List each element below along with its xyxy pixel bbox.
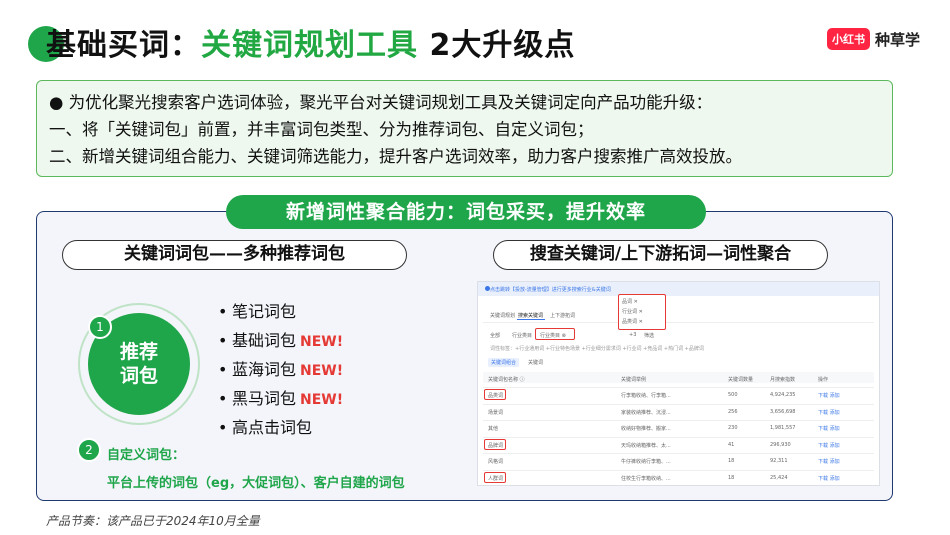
pack-label: 笔记词包: [232, 302, 297, 321]
section-banner: 新增词性聚合能力：词包采买，提升效率: [226, 195, 706, 229]
cell-index: 1,981,557: [770, 425, 796, 431]
popup-item[interactable]: 品类词 ✕: [622, 318, 643, 325]
cell-ex: 牛仔裤收纳行李箱、...: [621, 459, 671, 465]
pack-item: • 蓝海词包 NEW!: [218, 360, 344, 379]
col-count: 关键词数量: [728, 377, 754, 383]
highlight-pack-name: [484, 438, 506, 450]
info-bar: 点击跳转【投放-流量管理】进行更多搜索行业&关键词: [478, 282, 879, 296]
highlight-pack-name: [484, 389, 506, 400]
cell-ex: 行李箱收纳、行李箱...: [621, 393, 671, 399]
filter-all[interactable]: 全部: [490, 332, 500, 339]
title-prefix: 基础买词：: [46, 28, 201, 63]
cell-count: 41: [728, 441, 735, 448]
highlight-filter: [535, 328, 575, 340]
cell-index: 92,311: [770, 458, 788, 464]
tab-expand-keyword[interactable]: 上下游拓词: [550, 312, 575, 319]
cell-count: 18: [728, 474, 735, 481]
number-badge-1: 1: [88, 315, 112, 339]
intro-line-1: ● 为优化聚光搜索客户选词体验，聚光平台对关键词规划工具及关键词定向产品功能升级…: [49, 93, 713, 112]
divider: [483, 322, 874, 323]
number-badge-2: 2: [77, 438, 101, 462]
pack-item: • 黑马词包 NEW!: [218, 389, 344, 408]
filter-more[interactable]: +3: [629, 332, 636, 338]
cell-op[interactable]: 下载 添加: [818, 442, 840, 449]
col-pack-name: 关键词包名称 ⓘ: [488, 377, 525, 383]
xiaohongshu-logo: 小红书: [826, 28, 870, 50]
row-divider: [483, 436, 874, 438]
tab-search-keyword[interactable]: 搜索关键词: [518, 312, 543, 319]
row-divider: [483, 387, 874, 388]
cell-name: 其他: [488, 426, 499, 432]
word-type-hint: 词性标签：+行业通用词 +行业特色场景 +行业细分需求词 +行业词 +竞品词 +…: [490, 346, 704, 352]
new-badge: NEW!: [300, 334, 344, 350]
cell-ex: 收纳好物推荐、搬家...: [621, 426, 671, 432]
pack-list: • 笔记词包 • 基础词包 NEW! • 蓝海词包 NEW! • 黑马词包 NEW! • 高点击…: [218, 298, 343, 443]
footer-note: 产品节奏：该产品已于2024年10月全量: [46, 514, 260, 528]
pack-item: • 笔记词包: [218, 302, 297, 321]
cell-name: 风格词: [488, 459, 504, 465]
cell-index: 3,656,698: [770, 408, 796, 415]
pack-label: 基础词包: [232, 331, 297, 350]
cell-op[interactable]: 下载 添加: [818, 458, 840, 465]
cell-index: 4,924,235: [770, 392, 796, 398]
cell-op[interactable]: 下载 添加: [818, 425, 840, 432]
tab-underline: [517, 319, 545, 320]
highlight-pack-name: [484, 471, 506, 483]
cell-count: 18: [728, 458, 735, 464]
pack-label: 黑马词包: [232, 389, 297, 408]
word-type-popup: 品词 ✕ 行业词 ✕ 品类词 ✕: [618, 294, 666, 330]
brand-logo: 小红书 种草学: [826, 28, 920, 50]
popup-item[interactable]: 行业词 ✕: [622, 308, 643, 315]
cell-name: 场景词: [488, 409, 504, 416]
cell-count: 256: [728, 408, 738, 415]
row-divider: [483, 420, 874, 421]
cell-op[interactable]: 下载 添加: [818, 409, 840, 416]
table-header-bg: [483, 372, 874, 383]
circle-line-2: 词包: [119, 365, 158, 387]
new-badge: NEW!: [300, 363, 344, 379]
cell-count: 230: [728, 425, 738, 431]
tab-keyword-plan[interactable]: 关键词规划: [490, 312, 515, 319]
cell-op[interactable]: 下载 添加: [818, 475, 840, 482]
cell-index: 25,424: [770, 474, 788, 481]
title-highlight: 关键词规划工具: [201, 28, 418, 63]
recommended-packs-heading: 关键词词包——多种推荐词包: [62, 240, 407, 270]
custom-pack-description: 平台上传的词包（eg，大促词包）、客户自建的词包: [107, 476, 405, 491]
row-divider: [483, 453, 874, 454]
col-action: 操作: [818, 377, 829, 383]
row-divider: [483, 403, 874, 405]
cell-count: 500: [728, 392, 738, 398]
pack-label: 蓝海词包: [232, 360, 297, 379]
filter-category[interactable]: 行业类目: [512, 332, 532, 339]
cell-ex: 天玛收纳箱推荐、太...: [621, 442, 671, 449]
page-title: 基础买词：关键词规划工具 2大升级点: [46, 20, 575, 64]
pack-item: • 高点击词包: [218, 418, 313, 437]
pack-item: • 基础词包 NEW!: [218, 331, 344, 350]
intro-line-2: 一、将「关键词包」前置，并丰富词包类型、分为推荐词包、自定义词包；: [49, 120, 594, 139]
custom-pack-title: 自定义词包：: [107, 448, 186, 463]
cell-op[interactable]: 下载 添加: [818, 392, 840, 399]
cell-ex: 住校生行李箱收纳、...: [621, 475, 671, 482]
intro-line-3: 二、新增关键词组合能力、关键词筛选能力，提升客户选词效率，助力客户搜索推广高效投…: [49, 147, 742, 166]
keyword-aggregation-heading: 搜查关键词/上下游拓词—词性聚合: [493, 240, 828, 270]
popup-item[interactable]: 品词 ✕: [622, 298, 638, 305]
circle-line-1: 推荐: [119, 341, 158, 363]
subtab-keyword[interactable]: 关键词: [528, 359, 543, 366]
col-example: 关键词举例: [621, 377, 647, 383]
subtab-combination[interactable]: 关键词组合: [488, 358, 520, 367]
pack-label: 高点击词包: [232, 418, 313, 437]
cell-ex: 家装收纳推荐、沉浸...: [621, 409, 671, 416]
col-index: 月搜索指数: [770, 377, 796, 383]
new-badge: NEW!: [300, 392, 344, 408]
filter-button[interactable]: 筛选: [644, 332, 654, 339]
product-screenshot: 点击跳转【投放-流量管理】进行更多搜索行业&关键词 关键词规划 搜索关键词 上下…: [477, 281, 880, 486]
cell-index: 296,930: [770, 441, 791, 448]
brand-text: 种草学: [874, 30, 920, 49]
intro-box: ● 为优化聚光搜索客户选词体验，聚光平台对关键词规划工具及关键词定向产品功能升级…: [36, 80, 893, 177]
info-text: 点击跳转【投放-流量管理】进行更多搜索行业&关键词: [490, 287, 611, 293]
row-divider: [483, 469, 874, 471]
title-suffix: 2大升级点: [418, 28, 576, 63]
